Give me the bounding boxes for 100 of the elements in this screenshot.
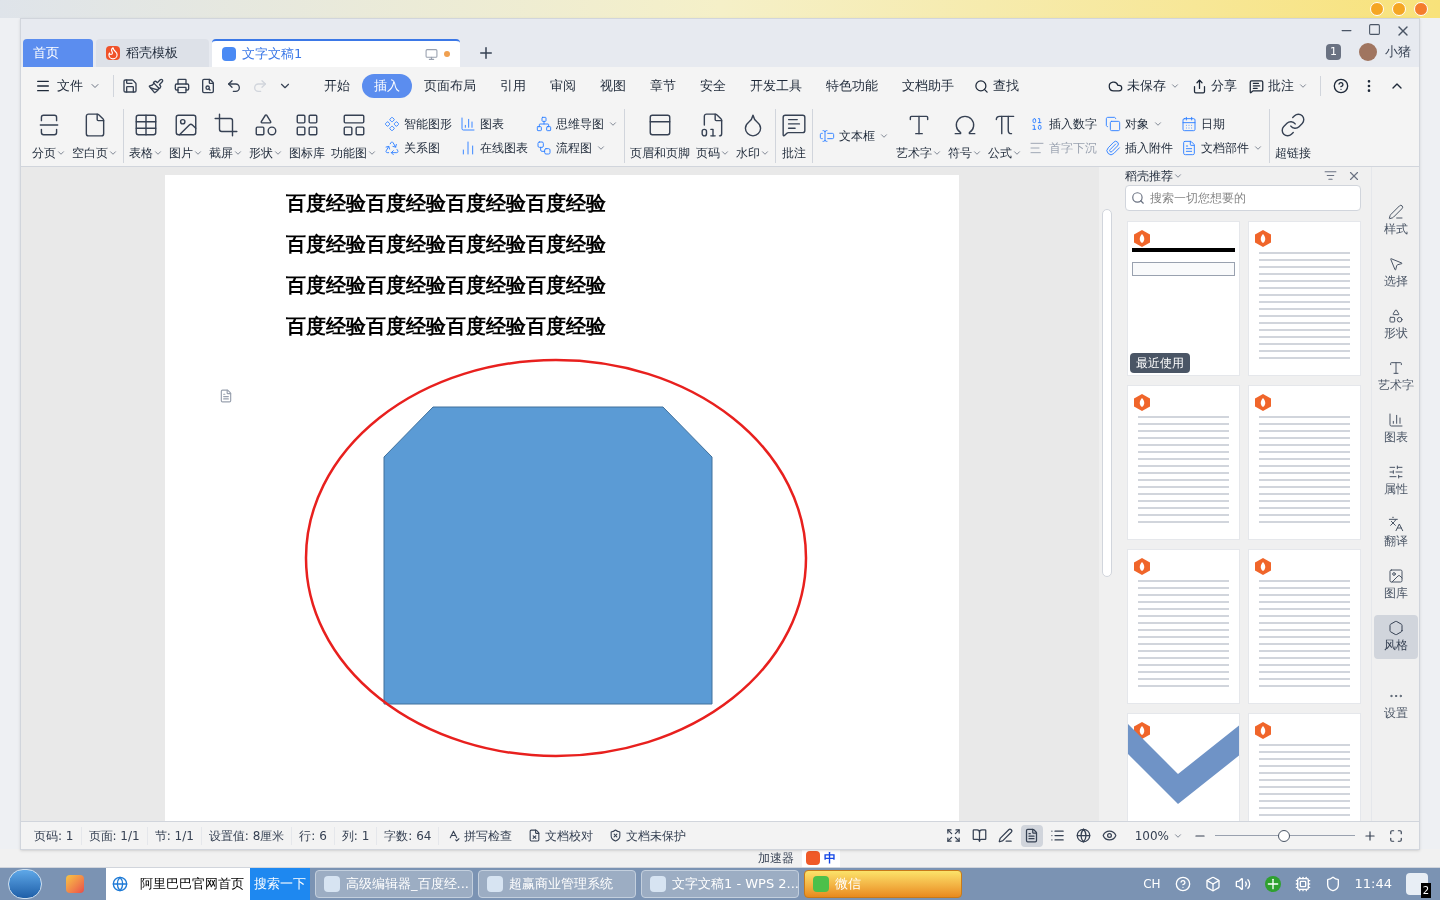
fit-window-icon[interactable]: [1389, 828, 1403, 843]
paragraph-layout-icon[interactable]: [219, 389, 233, 403]
ribbon-button[interactable]: 空白页: [69, 109, 121, 162]
ribbon-tab[interactable]: 开发工具: [738, 74, 814, 98]
ribbon-button[interactable]: 思维导图: [534, 114, 620, 133]
toolbar-button[interactable]: 分享: [1192, 76, 1237, 96]
document-tab[interactable]: 稻壳模板: [96, 39, 209, 67]
side-tool[interactable]: 属性: [1373, 459, 1418, 503]
app-icon: [487, 876, 503, 892]
app-icon: [324, 876, 340, 892]
side-tool[interactable]: 风格: [1373, 615, 1418, 659]
undo-icon[interactable]: [226, 78, 242, 94]
ribbon-button[interactable]: 插入附件: [1103, 138, 1175, 157]
browser-icon: [112, 876, 128, 892]
ribbon-button[interactable]: 日期: [1179, 114, 1265, 133]
ribbon-tab[interactable]: 页面布局: [412, 74, 488, 98]
side-tool[interactable]: 艺术字: [1373, 355, 1418, 399]
side-tool[interactable]: 设置: [1373, 683, 1418, 727]
side-tool[interactable]: 翻译: [1373, 511, 1418, 555]
tray-box-icon[interactable]: [1204, 876, 1221, 892]
search-field[interactable]: 搜索一切您想要的: [1125, 185, 1362, 211]
help-icon[interactable]: [1333, 78, 1349, 94]
zoom-slider[interactable]: [1215, 829, 1355, 842]
ribbon-button[interactable]: 超链接: [1272, 109, 1314, 162]
ribbon-button[interactable]: 页眉和页脚: [627, 109, 693, 162]
ribbon-tab[interactable]: 审阅: [538, 74, 588, 98]
file-menu[interactable]: 文件: [35, 76, 109, 96]
search-button[interactable]: 搜索一下: [250, 868, 310, 900]
ribbon-button[interactable]: 功能图: [328, 109, 380, 162]
status-button[interactable]: 拼写检查: [439, 826, 521, 845]
ribbon-button[interactable]: 图片: [166, 109, 206, 162]
toolbar-button[interactable]: 批注: [1249, 76, 1308, 96]
ribbon-button[interactable]: 页码: [693, 109, 733, 162]
status-button[interactable]: 文档未保护: [601, 826, 695, 845]
save-icon[interactable]: [122, 78, 138, 94]
tray-plus-icon[interactable]: [1264, 876, 1281, 892]
ribbon-button[interactable]: 符号: [945, 109, 985, 162]
page-view-icon: [1024, 828, 1040, 843]
side-tool[interactable]: 图库: [1373, 563, 1418, 607]
share-icon: [1192, 78, 1207, 94]
document-part-icon: [1181, 139, 1197, 156]
search-button[interactable]: 查找: [966, 76, 1027, 96]
ribbon-button[interactable]: 图表: [458, 114, 530, 133]
picture-icon: [1387, 568, 1404, 584]
ribbon-button[interactable]: 文档部件: [1179, 138, 1265, 157]
user-name[interactable]: 小猪: [1385, 42, 1411, 62]
comment-icon: [1249, 78, 1264, 94]
volume-icon[interactable]: [1234, 876, 1251, 892]
slider-thumb[interactable]: [1277, 829, 1290, 842]
search-icon: [1131, 191, 1146, 205]
side-tool[interactable]: 选择: [1373, 251, 1418, 295]
ribbon-button[interactable]: 截屏: [206, 109, 246, 162]
pointer-icon: [1387, 256, 1404, 272]
page-view-view-button[interactable]: [1020, 824, 1043, 847]
status-button[interactable]: 文档校对: [520, 826, 602, 845]
maximize-button[interactable]: [1368, 23, 1381, 36]
notification-button[interactable]: 2: [1406, 873, 1428, 895]
address-text[interactable]: 阿里巴巴官网首页: [140, 874, 244, 894]
print-preview-icon[interactable]: [200, 78, 216, 94]
ribbon-button[interactable]: 流程图: [534, 138, 620, 157]
side-tool[interactable]: 样式: [1373, 199, 1418, 243]
side-tool[interactable]: 图表: [1373, 407, 1418, 451]
shield-icon[interactable]: [1324, 876, 1341, 892]
ribbon-button[interactable]: 关系图: [382, 138, 454, 157]
notification-count: 2: [1420, 883, 1431, 898]
status-item: 页码: 1: [27, 826, 82, 845]
zoom-dropdown[interactable]: 100%: [1134, 826, 1183, 845]
ribbon-button[interactable]: 艺术字: [893, 109, 945, 162]
format-painter-icon[interactable]: [148, 78, 164, 94]
ribbon-tab[interactable]: 安全: [688, 74, 738, 98]
hexagon-icon: [1387, 620, 1404, 636]
mind-map-icon: [536, 115, 552, 132]
ribbon-button[interactable]: 图标库: [286, 109, 328, 162]
ribbon-button[interactable]: 表格: [126, 109, 166, 162]
ribbon-tab[interactable]: 引用: [488, 74, 538, 98]
start-button[interactable]: [8, 869, 42, 899]
print-icon[interactable]: [174, 78, 190, 94]
ribbon-button[interactable]: 在线图表: [458, 138, 530, 157]
network-icon[interactable]: [1294, 876, 1311, 892]
ribbon-tab[interactable]: 开始: [312, 74, 362, 98]
ribbon-button[interactable]: 水印: [733, 109, 773, 162]
side-tool[interactable]: 形状: [1373, 303, 1418, 347]
accelerator-label: 加速器: [758, 850, 794, 867]
document-tab[interactable]: 文字文稿1: [212, 39, 460, 67]
ribbon-button[interactable]: 文本框: [817, 126, 891, 145]
sort-icon[interactable]: [1324, 169, 1338, 182]
ribbon-button[interactable]: 批注: [778, 109, 810, 162]
ribbon-tab[interactable]: 文档助手: [890, 74, 966, 98]
ribbon-button[interactable]: 对象: [1103, 114, 1175, 133]
ribbon-button[interactable]: 插入数字: [1027, 114, 1099, 133]
toolbar-button[interactable]: 未保存: [1108, 76, 1180, 96]
panel-title[interactable]: 稻壳推荐: [1125, 167, 1184, 185]
ribbon-button[interactable]: 智能图形: [382, 114, 454, 133]
zoom-in-icon[interactable]: [1363, 828, 1377, 843]
ribbon-tab[interactable]: 视图: [588, 74, 638, 98]
ribbon-tab[interactable]: 章节: [638, 74, 688, 98]
ribbon-button[interactable]: 分页: [29, 109, 69, 162]
ribbon-tab[interactable]: 特色功能: [814, 74, 890, 98]
ribbon-button[interactable]: 形状: [246, 109, 286, 162]
ribbon-button[interactable]: 公式: [985, 109, 1025, 162]
